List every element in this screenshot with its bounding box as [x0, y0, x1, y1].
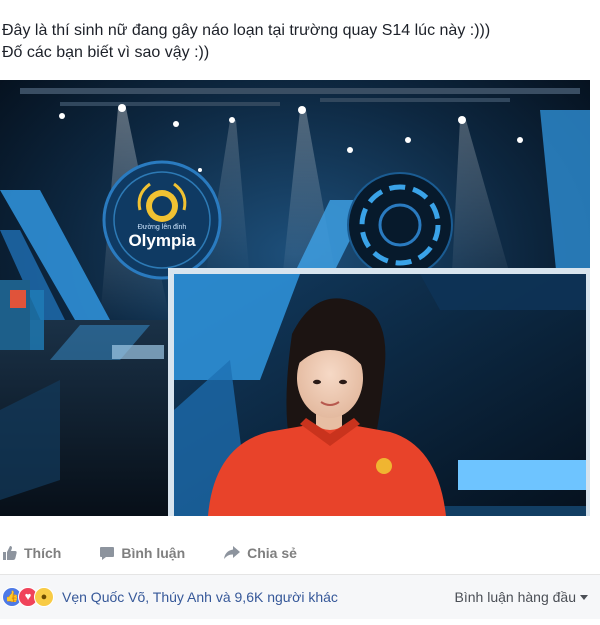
chevron-down-icon — [580, 594, 588, 600]
olympia-logo-text: Olympia — [128, 231, 196, 250]
reaction-names-link[interactable]: Vẹn Quốc Võ, Thúy Anh và 9,6K người khác — [62, 589, 338, 605]
share-button-label: Chia sẻ — [247, 545, 297, 561]
studio-photo-illustration: Đường lên đỉnh Olympia — [0, 80, 590, 516]
post-actions: Thích Bình luận Chia sẻ — [0, 536, 590, 570]
reactions-bar: 👍 ♥ ● Vẹn Quốc Võ, Thúy Anh và 9,6K ngườ… — [0, 575, 600, 619]
post-text: Đây là thí sinh nữ đang gây náo loạn tại… — [2, 20, 592, 64]
thumbs-up-icon — [3, 546, 17, 560]
post-photo[interactable]: Đường lên đỉnh Olympia — [0, 80, 590, 516]
post-text-line-1: Đây là thí sinh nữ đang gây náo loạn tại… — [2, 22, 491, 39]
comment-sort-label: Bình luận hàng đầu — [454, 589, 576, 605]
like-button[interactable]: Thích — [2, 545, 61, 561]
like-button-label: Thích — [24, 545, 62, 561]
comment-icon — [100, 547, 115, 560]
comment-sort-dropdown[interactable]: Bình luận hàng đầu — [455, 575, 588, 619]
contestant-screen — [168, 268, 590, 516]
reaction-icons[interactable]: 👍 ♥ ● — [2, 587, 54, 607]
post-text-line-2: Đố các bạn biết vì sao vậy :)) — [2, 44, 210, 61]
wow-reaction-icon: ● — [34, 587, 54, 607]
comment-button[interactable]: Bình luận — [99, 545, 185, 561]
olympia-logo-subtext: Đường lên đỉnh — [138, 223, 187, 231]
share-button[interactable]: Chia sẻ — [223, 545, 297, 561]
share-icon — [224, 546, 241, 559]
comment-button-label: Bình luận — [121, 545, 186, 561]
